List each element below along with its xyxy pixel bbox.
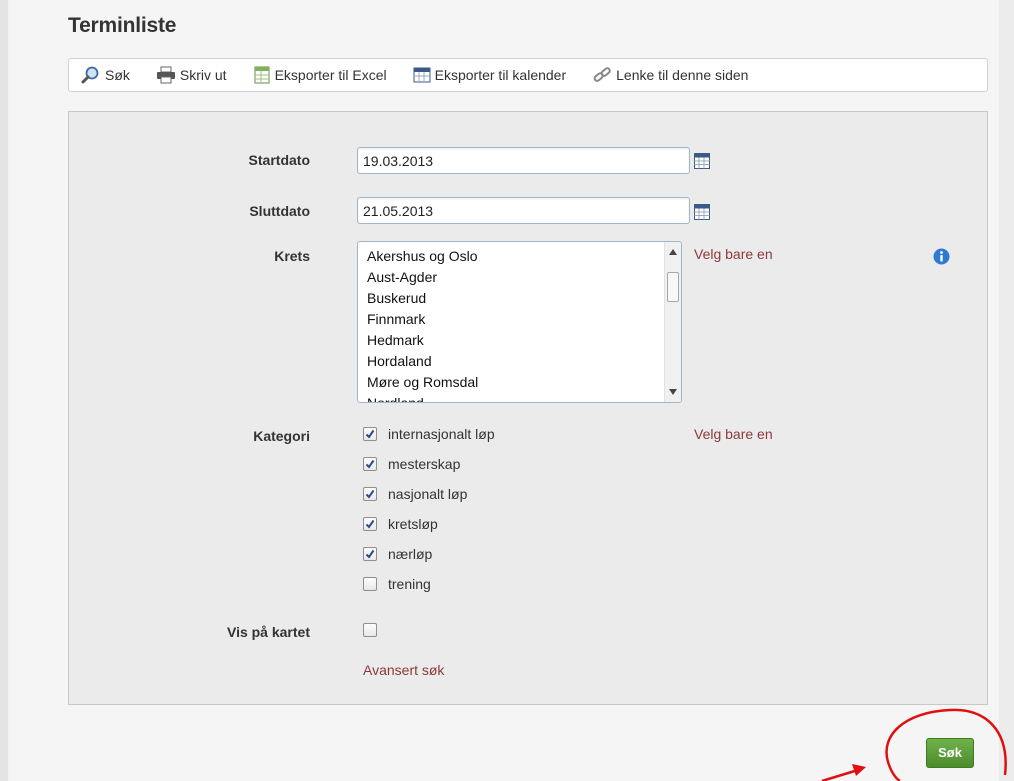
checkmark-icon	[365, 519, 375, 529]
toolbar: Søk Skriv ut Eksporter til Excel Eksport…	[68, 58, 988, 92]
checkmark-icon	[365, 489, 375, 499]
krets-option[interactable]: Nordland	[367, 393, 681, 402]
calendar-icon	[413, 67, 431, 83]
printer-icon	[156, 66, 175, 84]
checkmark-icon	[365, 549, 375, 559]
krets-hint: Velg bare en	[694, 246, 773, 262]
startdato-calendar-icon[interactable]	[694, 153, 710, 169]
toolbar-print-label: Skriv ut	[179, 67, 227, 83]
toolbar-excel-label: Eksporter til Excel	[274, 67, 387, 83]
kategori-option-row[interactable]: mesterskap	[363, 456, 460, 472]
krets-option[interactable]: Møre og Romsdal	[367, 372, 681, 393]
page-title: Terminliste	[68, 14, 177, 37]
left-edge-bar	[0, 0, 8, 781]
kategori-option-row[interactable]: trening	[363, 576, 431, 592]
kategori-option-label: mesterskap	[388, 456, 461, 472]
kategori-option-row[interactable]: kretsløp	[363, 516, 438, 532]
krets-option[interactable]: Finnmark	[367, 309, 681, 330]
krets-label: Krets	[274, 248, 310, 264]
kategori-checkbox[interactable]	[363, 547, 377, 561]
right-edge-bar	[999, 0, 1014, 781]
info-icon[interactable]	[933, 248, 950, 265]
krets-option[interactable]: Hedmark	[367, 330, 681, 351]
toolbar-search-label: Søk	[105, 67, 130, 83]
krets-option[interactable]: Hordaland	[367, 351, 681, 372]
excel-icon	[254, 66, 270, 84]
kategori-option-row[interactable]: internasjonalt løp	[363, 426, 495, 442]
kategori-option-label: trening	[388, 576, 431, 592]
kategori-option-label: nasjonalt løp	[388, 486, 468, 502]
kategori-checkbox[interactable]	[363, 487, 377, 501]
kategori-checkbox[interactable]	[363, 517, 377, 531]
scroll-down-arrow-icon[interactable]	[669, 389, 677, 395]
magnifier-icon	[81, 66, 99, 84]
kategori-option-row[interactable]: nærløp	[363, 546, 432, 562]
kategori-checkbox[interactable]	[363, 457, 377, 471]
toolbar-link-button[interactable]: Lenke til denne siden	[592, 66, 748, 84]
sluttdato-calendar-icon[interactable]	[694, 204, 710, 220]
toolbar-print-button[interactable]: Skriv ut	[156, 66, 227, 84]
toolbar-search-button[interactable]: Søk	[81, 66, 130, 84]
krets-scroll-thumb[interactable]	[667, 272, 679, 302]
checkmark-icon	[365, 429, 375, 439]
krets-options: Akershus og Oslo Aust-Agder Buskerud Finnma…	[358, 242, 681, 402]
kategori-label: Kategori	[253, 428, 310, 444]
krets-option[interactable]: Buskerud	[367, 288, 681, 309]
kategori-option-row[interactable]: nasjonalt løp	[363, 486, 467, 502]
vis-pa-kartet-label: Vis på kartet	[226, 624, 310, 640]
scroll-up-arrow-icon[interactable]	[669, 249, 677, 255]
kategori-checkbox[interactable]	[363, 577, 377, 591]
startdato-input[interactable]	[357, 147, 690, 174]
krets-scrollbar[interactable]	[664, 242, 681, 402]
sluttdato-input[interactable]	[357, 197, 690, 224]
krets-listbox[interactable]: Akershus og Oslo Aust-Agder Buskerud Finnma…	[357, 241, 682, 403]
krets-option[interactable]: Akershus og Oslo	[367, 246, 681, 267]
sluttdato-label: Sluttdato	[249, 203, 310, 219]
chain-link-icon	[593, 67, 611, 82]
kategori-option-label: nærløp	[388, 546, 433, 562]
toolbar-calendar-label: Eksporter til kalender	[434, 67, 567, 83]
toolbar-excel-button[interactable]: Eksporter til Excel	[253, 66, 387, 84]
toolbar-link-label: Lenke til denne siden	[616, 67, 749, 83]
advanced-search-link[interactable]: Avansert søk	[363, 662, 444, 678]
vis-pa-kartet-checkbox[interactable]	[363, 623, 377, 637]
krets-option[interactable]: Aust-Agder	[367, 267, 681, 288]
vis-pa-kartet-row[interactable]	[363, 623, 388, 637]
startdato-label: Startdato	[248, 152, 310, 168]
kategori-option-label: kretsløp	[388, 516, 438, 532]
checkmark-icon	[365, 459, 375, 469]
kategori-hint: Velg bare en	[694, 426, 773, 442]
toolbar-calendar-button[interactable]: Eksporter til kalender	[413, 66, 567, 84]
kategori-option-label: internasjonalt løp	[388, 426, 495, 442]
kategori-checkbox[interactable]	[363, 427, 377, 441]
search-button[interactable]: Søk	[926, 738, 974, 768]
